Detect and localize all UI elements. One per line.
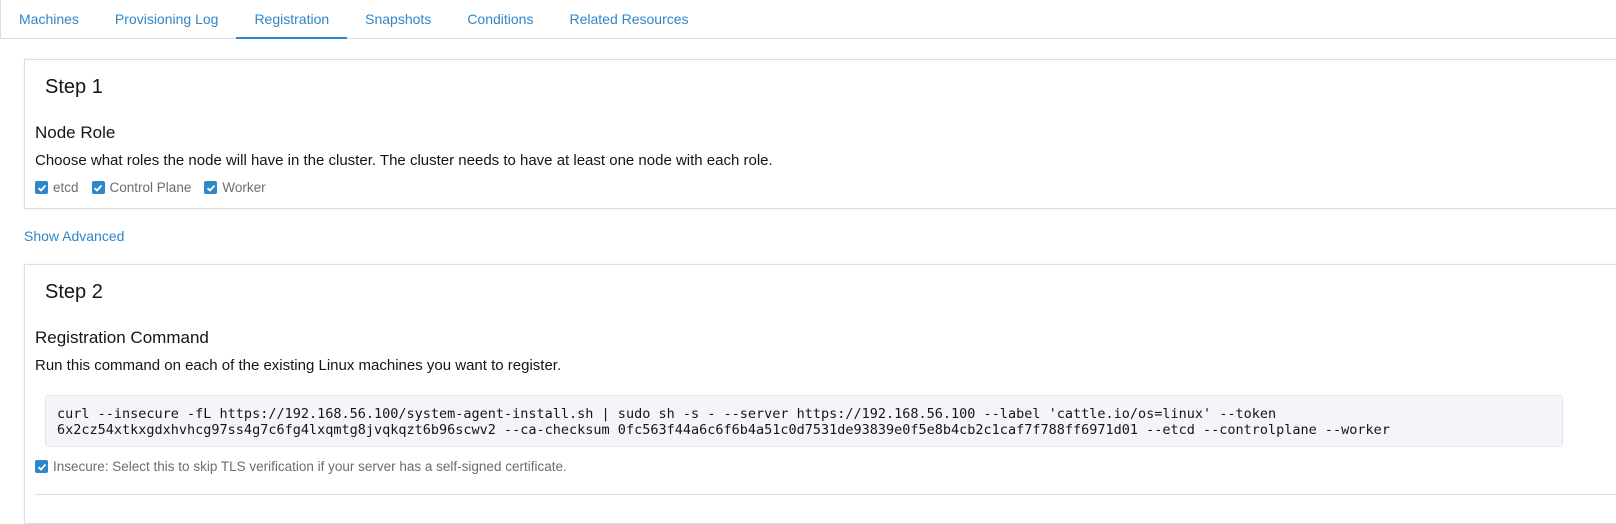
role-control-plane-label: Control Plane [109, 180, 192, 195]
step2-card: Step 2 Registration Command Run this com… [24, 264, 1616, 524]
tab-related-resources[interactable]: Related Resources [551, 0, 706, 38]
checkbox-checked-icon [91, 181, 105, 194]
show-advanced-link[interactable]: Show Advanced [24, 228, 124, 244]
tab-provisioning-log[interactable]: Provisioning Log [97, 0, 237, 38]
node-role-title: Node Role [35, 123, 116, 142]
tab-snapshots[interactable]: Snapshots [347, 0, 449, 38]
role-worker-checkbox[interactable]: Worker [204, 180, 266, 195]
tab-machines[interactable]: Machines [1, 0, 97, 38]
node-role-description: Choose what roles the node will have in … [35, 152, 773, 169]
registration-command-description: Run this command on each of the existing… [35, 357, 562, 374]
checkbox-checked-icon [35, 460, 48, 473]
step1-card: Step 1 Node Role Choose what roles the n… [24, 59, 1616, 209]
role-etcd-label: etcd [53, 180, 79, 195]
tab-conditions[interactable]: Conditions [449, 0, 551, 38]
step2-title: Step 2 [45, 281, 103, 303]
command-line-1: curl --insecure -fL https://192.168.56.1… [57, 406, 1277, 422]
registration-command-title: Registration Command [35, 328, 209, 347]
role-checkboxes: etcd Control Plane Worker [35, 180, 279, 195]
registration-command-code[interactable]: curl --insecure -fL https://192.168.56.1… [45, 395, 1563, 447]
role-etcd-checkbox[interactable]: etcd [35, 180, 79, 195]
step1-title: Step 1 [45, 76, 103, 98]
insecure-checkbox[interactable]: Insecure: Select this to skip TLS verifi… [35, 459, 567, 474]
tab-bar: Machines Provisioning Log Registration S… [0, 0, 1616, 39]
command-line-2: 6x2cz54xtkxgdxhvhcg97ss4g7c6fg4lxqmtg8jv… [57, 422, 1390, 438]
checkbox-checked-icon [35, 181, 48, 194]
role-control-plane-checkbox[interactable]: Control Plane [91, 180, 192, 195]
insecure-label: Insecure: Select this to skip TLS verifi… [53, 459, 567, 474]
role-worker-label: Worker [222, 180, 266, 195]
checkbox-checked-icon [204, 181, 218, 194]
section-divider [35, 494, 1616, 495]
tab-registration[interactable]: Registration [236, 0, 348, 39]
